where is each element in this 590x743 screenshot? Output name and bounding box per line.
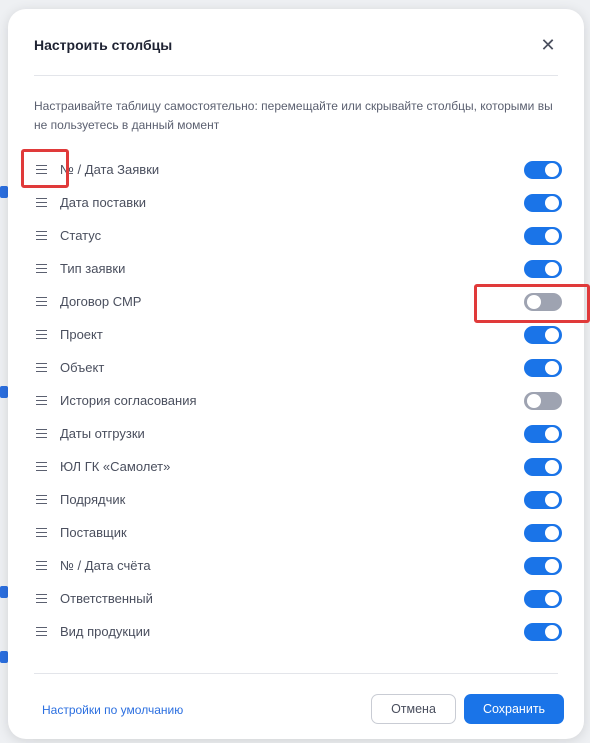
column-label: Договор СМР — [60, 294, 142, 309]
column-label: Дата поставки — [60, 195, 147, 210]
visibility-toggle[interactable] — [524, 359, 562, 377]
column-label: История согласования — [60, 393, 197, 408]
drag-handle-icon[interactable] — [36, 196, 50, 210]
column-row: Поставщик — [34, 516, 562, 549]
drag-handle-icon[interactable] — [36, 493, 50, 507]
visibility-toggle[interactable] — [524, 326, 562, 344]
drag-handle-icon[interactable] — [36, 460, 50, 474]
visibility-toggle[interactable] — [524, 590, 562, 608]
toggle-knob — [545, 526, 559, 540]
close-icon[interactable]: ✕ — [538, 35, 558, 55]
toggle-knob — [545, 460, 559, 474]
toggle-knob — [545, 262, 559, 276]
toggle-knob — [545, 328, 559, 342]
column-label: Вид продукции — [60, 624, 151, 639]
column-row: № / Дата Заявки — [34, 153, 562, 186]
visibility-toggle[interactable] — [524, 458, 562, 476]
visibility-toggle[interactable] — [524, 623, 562, 641]
drag-handle-icon[interactable] — [36, 361, 50, 375]
drag-handle-icon[interactable] — [36, 229, 50, 243]
footer-divider — [34, 673, 558, 674]
toggle-knob — [545, 196, 559, 210]
drag-handle-icon[interactable] — [36, 328, 50, 342]
column-label: Объект — [60, 360, 105, 375]
visibility-toggle[interactable] — [524, 491, 562, 509]
column-label: Тип заявки — [60, 261, 126, 276]
background-page-strip — [0, 651, 8, 663]
background-page-strip — [0, 586, 8, 598]
drag-handle-icon[interactable] — [36, 526, 50, 540]
toggle-knob — [545, 493, 559, 507]
visibility-toggle[interactable] — [524, 260, 562, 278]
drag-handle-icon[interactable] — [36, 427, 50, 441]
column-row: Тип заявки — [34, 252, 562, 285]
visibility-toggle[interactable] — [524, 524, 562, 542]
column-label: ЮЛ ГК «Самолет» — [60, 459, 171, 474]
column-row: Подрядчик — [34, 483, 562, 516]
toggle-knob — [545, 592, 559, 606]
visibility-toggle[interactable] — [524, 194, 562, 212]
column-row: История согласования — [34, 384, 562, 417]
visibility-toggle[interactable] — [524, 227, 562, 245]
save-button[interactable]: Сохранить — [464, 694, 564, 724]
column-row: Проект — [34, 318, 562, 351]
column-list: № / Дата Заявки Дата поставки Статус Тип за… — [34, 153, 562, 648]
column-settings-dialog: Настроить столбцы ✕ Настраивайте таблицу… — [8, 9, 584, 739]
drag-handle-icon[interactable] — [36, 625, 50, 639]
column-row: № / Дата счёта — [34, 549, 562, 582]
column-label: Проект — [60, 327, 103, 342]
background-page-strip — [0, 386, 8, 398]
drag-handle-icon[interactable] — [36, 262, 50, 276]
column-row: Вид продукции — [34, 615, 562, 648]
toggle-knob — [545, 361, 559, 375]
column-label: Поставщик — [60, 525, 127, 540]
toggle-knob — [545, 625, 559, 639]
dialog-header: Настроить столбцы ✕ — [34, 35, 558, 55]
column-label: Ответственный — [60, 591, 153, 606]
column-label: № / Дата Заявки — [60, 162, 160, 177]
toggle-knob — [527, 394, 541, 408]
column-row: Дата поставки — [34, 186, 562, 219]
column-row: ЮЛ ГК «Самолет» — [34, 450, 562, 483]
dialog-description: Настраивайте таблицу самостоятельно: пер… — [34, 99, 553, 132]
drag-handle-icon[interactable] — [36, 559, 50, 573]
toggle-knob — [545, 427, 559, 441]
toggle-knob — [527, 295, 541, 309]
dialog-title: Настроить столбцы — [34, 37, 173, 53]
drag-handle-icon[interactable] — [36, 295, 50, 309]
visibility-toggle[interactable] — [524, 392, 562, 410]
column-row: Ответственный — [34, 582, 562, 615]
toggle-knob — [545, 559, 559, 573]
toggle-knob — [545, 163, 559, 177]
cancel-button[interactable]: Отмена — [371, 694, 456, 724]
column-row: Договор СМР — [34, 285, 562, 318]
toggle-knob — [545, 229, 559, 243]
visibility-toggle[interactable] — [524, 161, 562, 179]
drag-handle-icon[interactable] — [36, 163, 50, 177]
column-row: Объект — [34, 351, 562, 384]
column-label: № / Дата счёта — [60, 558, 151, 573]
background-page-strip — [0, 186, 8, 198]
header-divider — [34, 75, 558, 76]
column-row: Статус — [34, 219, 562, 252]
reset-defaults-link[interactable]: Настройки по умолчанию — [42, 703, 183, 717]
visibility-toggle[interactable] — [524, 425, 562, 443]
column-label: Подрядчик — [60, 492, 126, 507]
column-label: Даты отгрузки — [60, 426, 145, 441]
visibility-toggle[interactable] — [524, 557, 562, 575]
column-label: Статус — [60, 228, 102, 243]
visibility-toggle[interactable] — [524, 293, 562, 311]
column-row: Даты отгрузки — [34, 417, 562, 450]
drag-handle-icon[interactable] — [36, 592, 50, 606]
drag-handle-icon[interactable] — [36, 394, 50, 408]
